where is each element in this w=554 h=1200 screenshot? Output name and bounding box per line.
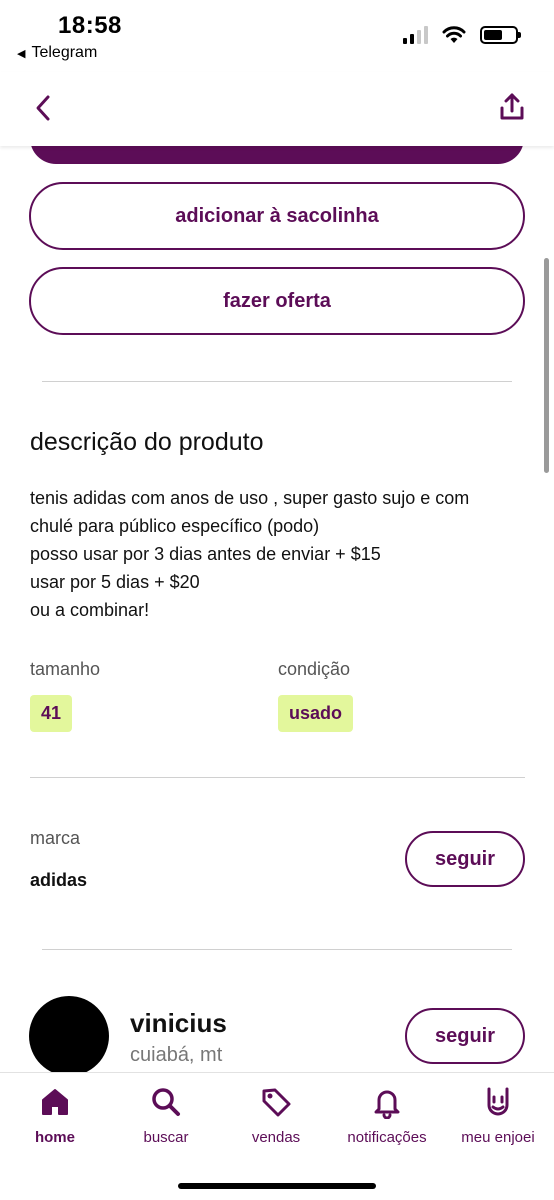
description-line: ou a combinar!: [30, 600, 150, 620]
divider: [42, 949, 512, 950]
size-label: tamanho: [30, 659, 101, 679]
scrollbar[interactable]: [544, 258, 549, 473]
tab-bar: home buscar vendas notificações meu enjo…: [0, 1072, 554, 1200]
price-tag-icon: [262, 1088, 291, 1117]
tab-notifications[interactable]: notificações: [332, 1085, 442, 1146]
share-icon[interactable]: [498, 92, 526, 122]
back-triangle-icon: ◀: [17, 47, 26, 60]
battery-icon: [480, 26, 521, 44]
bell-icon: [374, 1090, 400, 1119]
search-icon: [152, 1088, 180, 1116]
make-offer-button[interactable]: fazer oferta: [29, 267, 525, 335]
cellular-signal-icon: [403, 26, 428, 44]
status-icons: [403, 26, 521, 44]
tab-label: buscar: [143, 1129, 189, 1146]
back-app-label: Telegram: [31, 44, 98, 61]
tab-home[interactable]: home: [0, 1085, 110, 1146]
chevron-left-icon[interactable]: [30, 92, 58, 124]
rock-hand-icon: [487, 1087, 509, 1116]
condition-label: condição: [278, 659, 351, 679]
seller-avatar[interactable]: [29, 996, 109, 1076]
follow-brand-button[interactable]: seguir: [405, 831, 525, 887]
home-icon: [42, 1089, 68, 1115]
size-tag: 41: [30, 695, 73, 732]
condition-tag: usado: [278, 695, 354, 732]
seller-name[interactable]: vinicius: [130, 1008, 227, 1039]
description-line: chulé para público específico (podo): [30, 516, 320, 536]
divider: [30, 777, 525, 778]
description-line: tenis adidas com anos de uso , super gas…: [30, 488, 470, 508]
brand-name[interactable]: adidas: [30, 870, 87, 891]
back-to-telegram-link[interactable]: ◀ Telegram: [17, 44, 97, 62]
follow-seller-button[interactable]: seguir: [405, 1008, 525, 1064]
divider: [42, 381, 512, 382]
tab-sales[interactable]: vendas: [221, 1085, 331, 1146]
description-line: usar por 5 dias + $20: [30, 572, 200, 592]
description-body: tenis adidas com anos de uso , super gas…: [30, 484, 530, 624]
tab-label: meu enjoei: [461, 1129, 535, 1146]
description-title: descrição do produto: [30, 428, 264, 456]
wifi-icon: [442, 26, 466, 43]
tab-search[interactable]: buscar: [111, 1085, 221, 1146]
brand-label: marca: [30, 828, 81, 848]
seller-location: cuiabá, mt: [130, 1044, 223, 1066]
description-line: posso usar por 3 dias antes de enviar + …: [30, 544, 381, 564]
nav-header: [0, 72, 554, 146]
tab-label: home: [34, 1129, 75, 1146]
status-bar: 18:58 ◀ Telegram: [0, 0, 554, 72]
add-to-bag-button[interactable]: adicionar à sacolinha: [29, 182, 525, 250]
status-time: 18:58: [58, 12, 122, 39]
tab-label: notificações: [347, 1129, 427, 1146]
tab-label: vendas: [251, 1129, 301, 1146]
home-indicator[interactable]: [178, 1183, 376, 1189]
tab-my-enjoei[interactable]: meu enjoei: [443, 1085, 553, 1146]
